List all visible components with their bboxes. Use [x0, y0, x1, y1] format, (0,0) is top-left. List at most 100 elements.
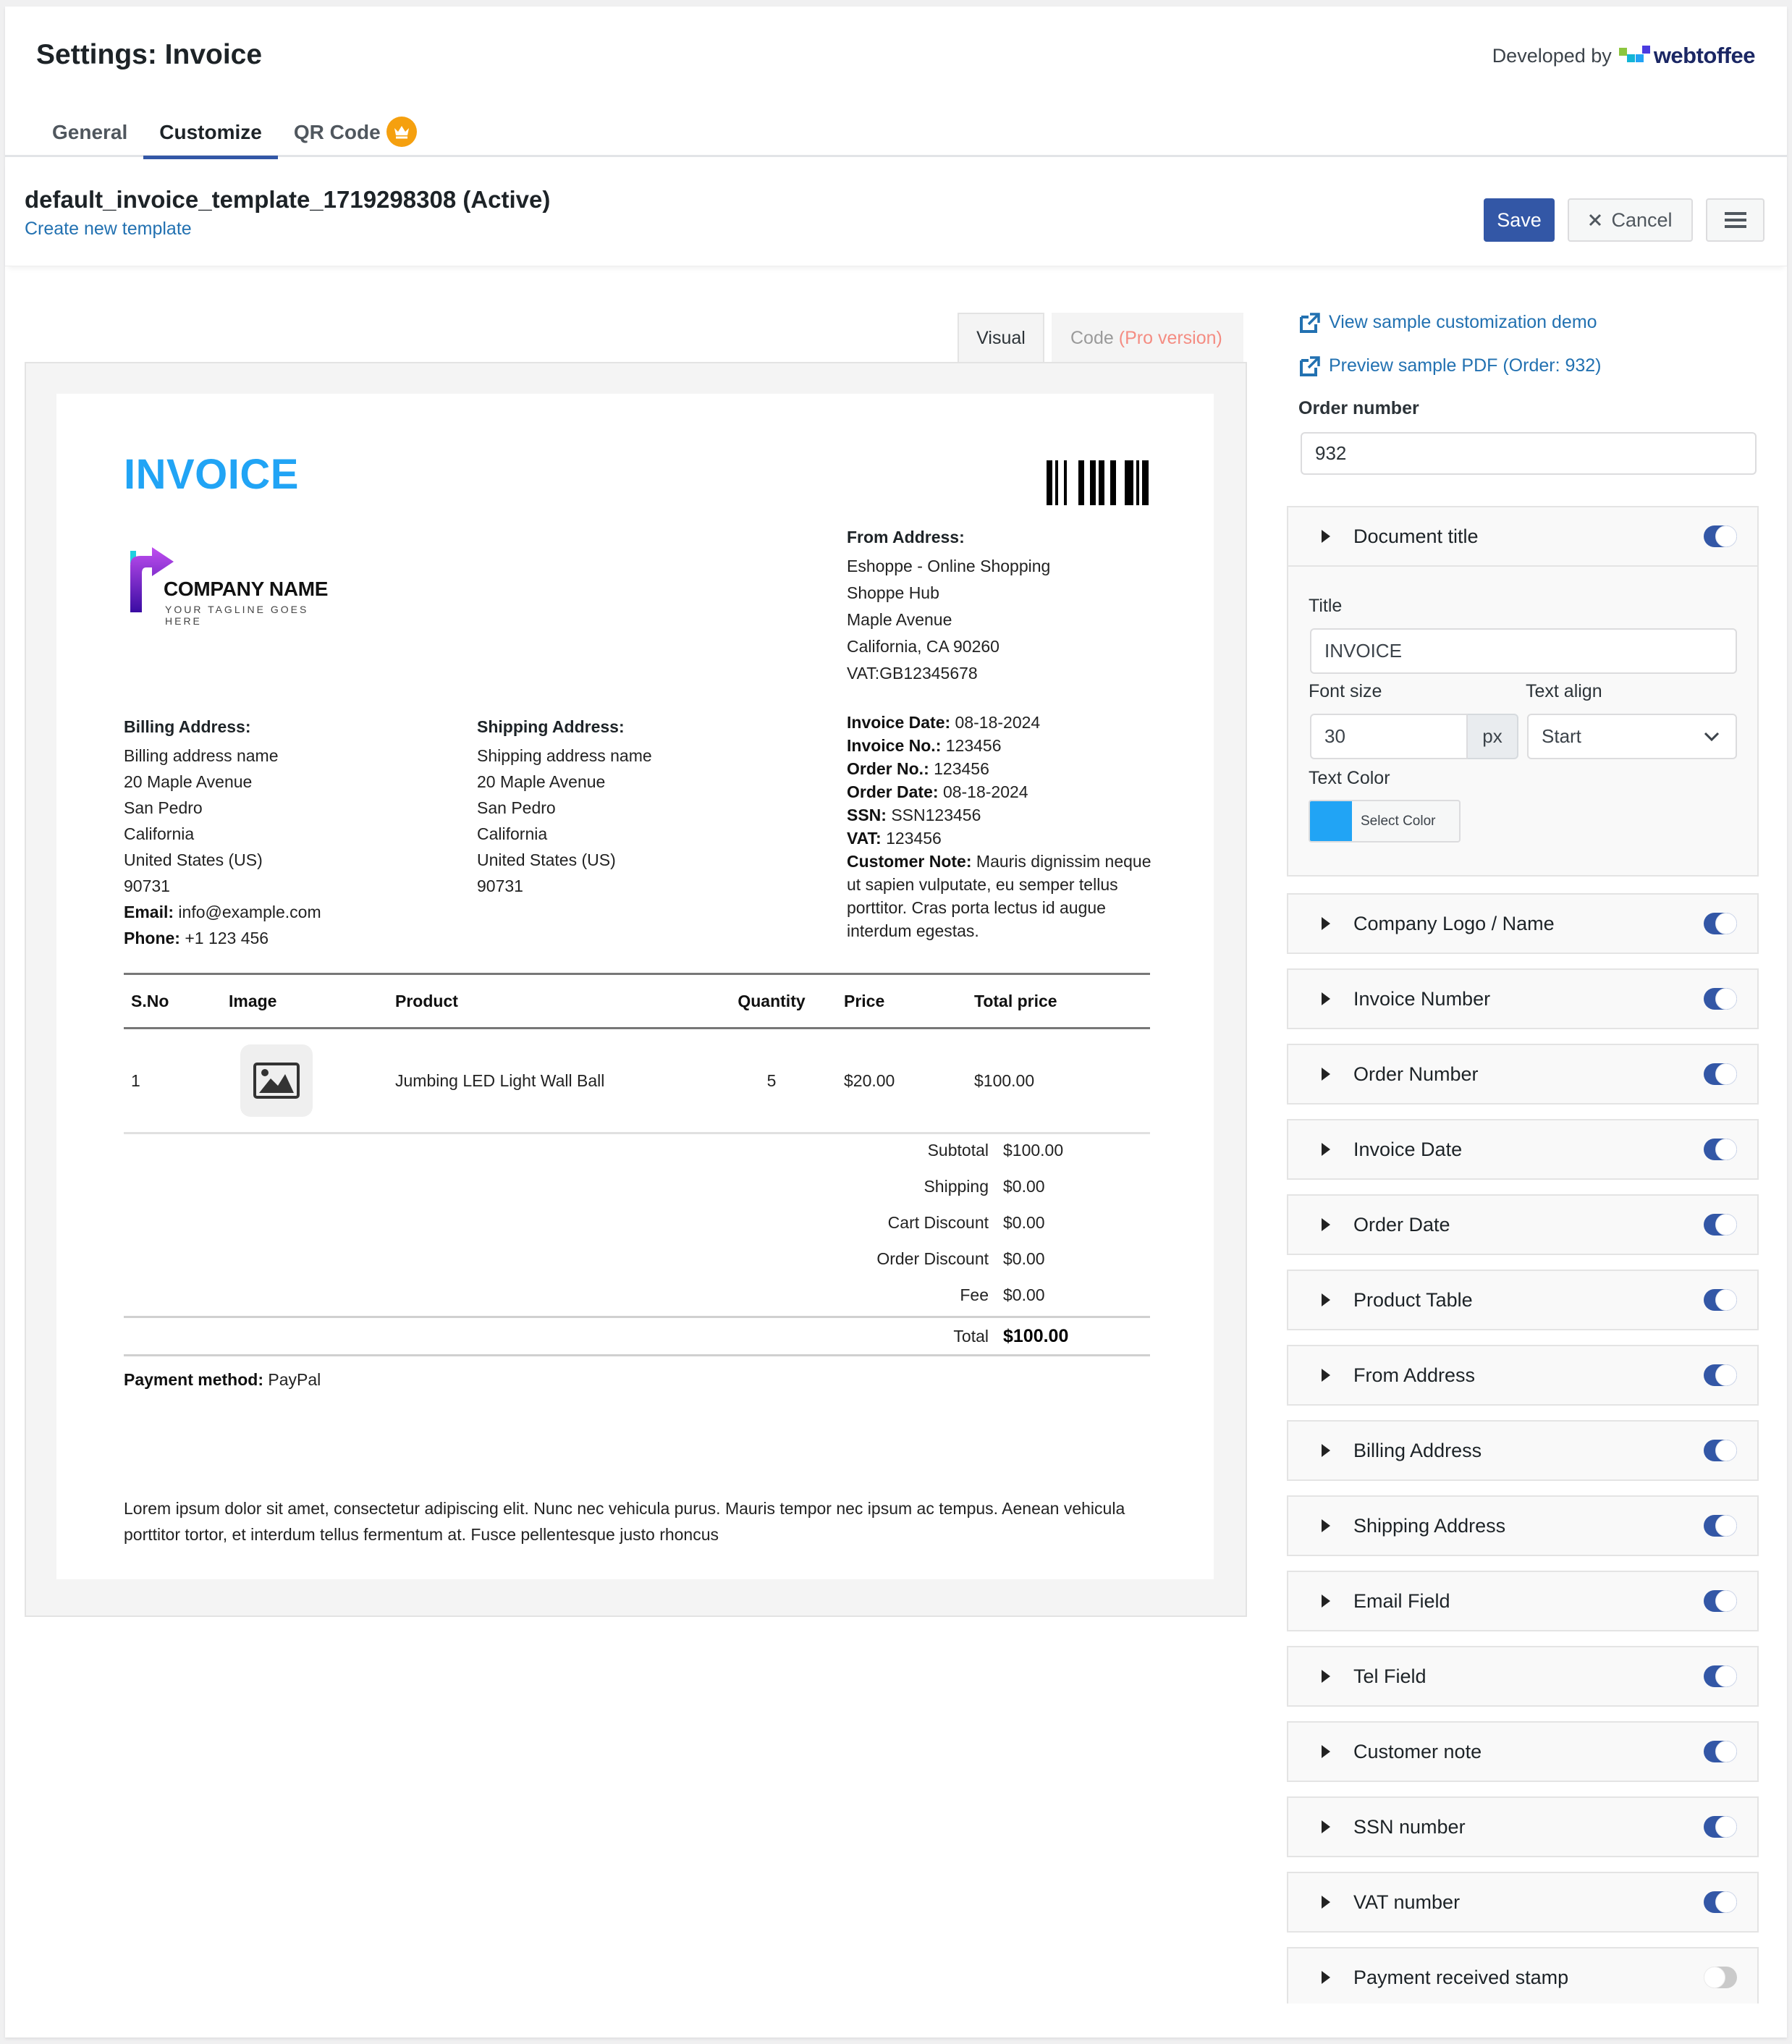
toggle-switch[interactable]	[1704, 1816, 1737, 1838]
toggle-switch[interactable]	[1704, 1515, 1737, 1537]
preview-pdf-link[interactable]: Preview sample PDF (Order: 932)	[1300, 355, 1602, 376]
section-label: Order Date	[1353, 1213, 1450, 1236]
invoice-date: Invoice Date: 08-18-2024	[847, 713, 1041, 732]
billing-phone: Phone: +1 123 456	[124, 929, 269, 947]
invoice-footer[interactable]: Lorem ipsum dolor sit amet, consectetur …	[124, 1495, 1151, 1547]
tab-general[interactable]: General	[36, 115, 143, 157]
crown-icon	[386, 117, 417, 147]
tab-customize[interactable]: Customize	[143, 115, 278, 159]
toggle-switch[interactable]	[1704, 988, 1737, 1010]
caret-right-icon	[1322, 1369, 1330, 1382]
cell-product: Jumbing LED Light Wall Ball	[395, 1070, 605, 1090]
toggle-switch[interactable]	[1704, 1063, 1737, 1085]
accordion-section: Invoice Number	[1287, 968, 1759, 1029]
accordion-header[interactable]: Tel Field	[1288, 1647, 1757, 1705]
accordion-header[interactable]: Order Number	[1288, 1045, 1757, 1103]
accordion-section: Email Field	[1287, 1571, 1759, 1631]
order-number-input[interactable]	[1301, 432, 1757, 475]
title-label: Title	[1309, 596, 1343, 616]
view-demo-link[interactable]: View sample customization demo	[1300, 312, 1597, 333]
billing-address-line: California	[124, 824, 195, 843]
accordion-header[interactable]: Email Field	[1288, 1572, 1757, 1630]
text-align-select[interactable]: Start	[1527, 714, 1737, 759]
from-address[interactable]: From Address: Eshoppe - Online Shopping …	[847, 528, 1151, 687]
section-label: Product Table	[1353, 1288, 1473, 1311]
toggle-switch[interactable]	[1704, 525, 1737, 547]
shipping-address-line: United States (US)	[477, 850, 616, 869]
accordion-header[interactable]: VAT number	[1288, 1873, 1757, 1931]
table-row: 1 Jumbing LED Light Wall Ball 5 $20.00 $…	[124, 1029, 1150, 1134]
toggle-switch[interactable]	[1704, 1741, 1737, 1762]
billing-address[interactable]: Billing Address: Billing address name 20…	[124, 717, 428, 951]
invoice-paper: INVOICE COMPANY NAME YOUR TAGLINE GOES H…	[56, 394, 1214, 1579]
toggle-switch[interactable]	[1704, 1214, 1737, 1236]
shipping-address-line: 20 Maple Avenue	[477, 772, 606, 791]
accordion-header[interactable]: Billing Address	[1288, 1422, 1757, 1479]
totals-row: Fee $0.00	[960, 1285, 1045, 1304]
accordion-header[interactable]: Document title	[1288, 507, 1757, 565]
tab-qr-code[interactable]: QR Code	[278, 115, 433, 157]
pro-version-label: (Pro version)	[1118, 328, 1222, 348]
cancel-button[interactable]: Cancel	[1568, 198, 1693, 242]
toggle-switch[interactable]	[1704, 1139, 1737, 1160]
create-new-template-link[interactable]: Create new template	[25, 219, 192, 240]
toggle-switch[interactable]	[1704, 1967, 1737, 1988]
toggle-switch[interactable]	[1704, 913, 1737, 934]
font-size-label: Font size	[1309, 681, 1382, 701]
accordion-header[interactable]: Customer note	[1288, 1723, 1757, 1781]
toggle-switch[interactable]	[1704, 1891, 1737, 1913]
cell-quantity: 5	[766, 1070, 777, 1090]
accordion-header[interactable]: Order Date	[1288, 1196, 1757, 1254]
shipping-address[interactable]: Shipping Address: Shipping address name …	[477, 717, 781, 899]
accordion-header[interactable]: Company Logo / Name	[1288, 895, 1757, 953]
ssn: SSN: SSN123456	[847, 806, 981, 824]
section-label: Billing Address	[1353, 1439, 1482, 1461]
caret-right-icon	[1322, 1519, 1330, 1532]
tab-code[interactable]: Code (Pro version)	[1052, 313, 1243, 363]
toggle-switch[interactable]	[1704, 1289, 1737, 1311]
title-input[interactable]	[1310, 628, 1737, 674]
company-logo[interactable]: COMPANY NAME YOUR TAGLINE GOES HERE	[130, 547, 347, 627]
invoice-meta[interactable]: Invoice Date: 08-18-2024 Invoice No.: 12…	[847, 711, 1165, 942]
company-name: COMPANY NAME	[164, 578, 329, 600]
invoice-title[interactable]: INVOICE	[124, 450, 299, 499]
toggle-switch[interactable]	[1704, 1440, 1737, 1461]
company-tagline: YOUR TAGLINE GOES HERE	[165, 604, 309, 627]
accordion-header[interactable]: From Address	[1288, 1346, 1757, 1404]
editor-tabs: Visual Code (Pro version)	[958, 313, 1243, 363]
caret-right-icon	[1322, 1896, 1330, 1909]
from-address-line: Eshoppe - Online Shopping	[847, 557, 1051, 575]
close-icon	[1589, 214, 1602, 227]
product-table[interactable]: S.No Image Product Quantity Price Total …	[124, 973, 1150, 1134]
vat: VAT: 123456	[847, 829, 942, 848]
select-color-button[interactable]: Select Color	[1309, 800, 1461, 842]
page-header: Settings: Invoice Developed by webtoffee…	[5, 7, 1787, 159]
accordion-section: Payment received stamp	[1287, 1947, 1759, 2003]
accordion-header[interactable]: Product Table	[1288, 1271, 1757, 1329]
toggle-switch[interactable]	[1704, 1364, 1737, 1386]
more-menu-button[interactable]	[1706, 198, 1764, 242]
template-bar: default_invoice_template_1719298308 (Act…	[5, 159, 1787, 266]
save-button[interactable]: Save	[1484, 198, 1555, 242]
caret-right-icon	[1322, 1745, 1330, 1758]
webtoffee-brand[interactable]: webtoffee	[1654, 43, 1756, 69]
developed-by-label: Developed by	[1492, 44, 1612, 67]
accordion-section: Product Table	[1287, 1270, 1759, 1330]
toggle-switch[interactable]	[1704, 1665, 1737, 1687]
accordion-header[interactable]: SSN number	[1288, 1798, 1757, 1856]
accordion-header[interactable]: Shipping Address	[1288, 1497, 1757, 1555]
caret-right-icon	[1322, 1218, 1330, 1231]
font-size-input[interactable]	[1310, 714, 1468, 759]
column-header: S.No	[131, 991, 169, 1010]
accordion-header[interactable]: Invoice Date	[1288, 1120, 1757, 1178]
cell-total: $100.00	[974, 1070, 1035, 1090]
section-label: Order Number	[1353, 1063, 1479, 1085]
text-align-label: Text align	[1526, 681, 1602, 701]
accordion-header[interactable]: Payment received stamp	[1288, 1948, 1757, 2003]
toggle-switch[interactable]	[1704, 1590, 1737, 1612]
hamburger-icon	[1724, 212, 1746, 228]
accordion-header[interactable]: Invoice Number	[1288, 970, 1757, 1028]
tab-visual[interactable]: Visual	[958, 313, 1044, 363]
font-size-unit: px	[1468, 714, 1518, 759]
section-label: Email Field	[1353, 1589, 1450, 1612]
